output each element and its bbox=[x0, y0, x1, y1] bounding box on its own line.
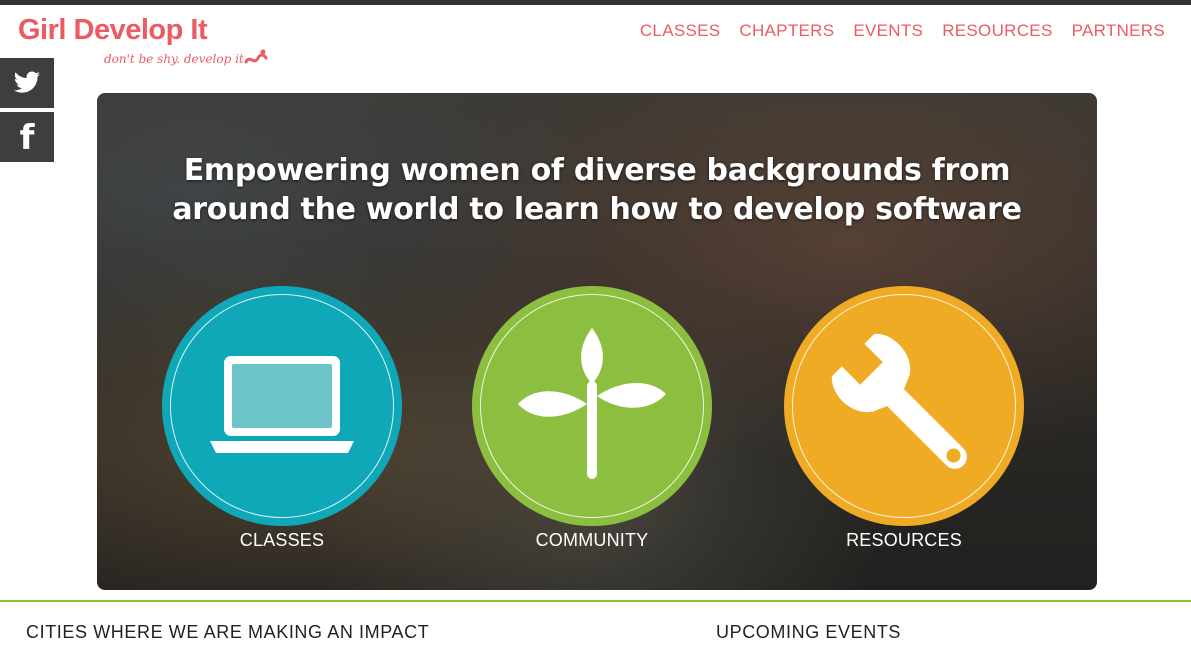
wrench-icon bbox=[831, 333, 967, 469]
logo[interactable]: Girl Develop It don't be shy. develop it… bbox=[18, 14, 278, 74]
facebook-icon: f bbox=[19, 118, 35, 158]
resources-circle bbox=[784, 286, 1024, 526]
events-section-title: UPCOMING EVENTS bbox=[716, 622, 902, 642]
feature-classes-label: CLASSES bbox=[239, 530, 325, 550]
nav-classes[interactable]: CLASSES bbox=[640, 21, 721, 41]
feature-community[interactable]: COMMUNITY bbox=[472, 286, 712, 550]
logo-swoosh-icon bbox=[244, 49, 268, 64]
section-divider bbox=[0, 600, 1191, 602]
feature-resources[interactable]: RESOURCES bbox=[784, 286, 1024, 550]
classes-circle bbox=[162, 286, 402, 526]
nav-chapters[interactable]: CHAPTERS bbox=[739, 21, 834, 41]
feature-resources-label: RESOURCES bbox=[846, 530, 962, 550]
community-circle bbox=[472, 286, 712, 526]
logo-title: Girl Develop It bbox=[18, 14, 208, 46]
facebook-button[interactable]: f bbox=[0, 112, 54, 162]
twitter-icon bbox=[13, 71, 41, 93]
nav-events[interactable]: EVENTS bbox=[853, 21, 923, 41]
sprout-icon bbox=[518, 328, 666, 479]
twitter-button[interactable] bbox=[0, 58, 54, 108]
hero-heading-line2: around the world to learn how to develop… bbox=[172, 192, 1022, 227]
nav-resources[interactable]: RESOURCES bbox=[942, 21, 1052, 41]
nav-partners[interactable]: PARTNERS bbox=[1072, 21, 1165, 41]
logo-tagline: don't be shy. develop it. bbox=[104, 52, 248, 66]
feature-community-label: COMMUNITY bbox=[535, 530, 649, 550]
feature-classes[interactable]: CLASSES bbox=[162, 286, 402, 550]
hero-banner: Empowering women of diverse backgrounds … bbox=[97, 93, 1097, 590]
top-bar bbox=[0, 0, 1191, 5]
cities-section-title: CITIES WHERE WE ARE MAKING AN IMPACT bbox=[26, 622, 430, 642]
hero-heading: Empowering women of diverse backgrounds … bbox=[97, 151, 1097, 229]
hero-heading-line1: Empowering women of diverse backgrounds … bbox=[183, 153, 1011, 188]
laptop-icon bbox=[210, 356, 354, 453]
main-nav: CLASSES CHAPTERS EVENTS RESOURCES PARTNE… bbox=[640, 21, 1165, 41]
